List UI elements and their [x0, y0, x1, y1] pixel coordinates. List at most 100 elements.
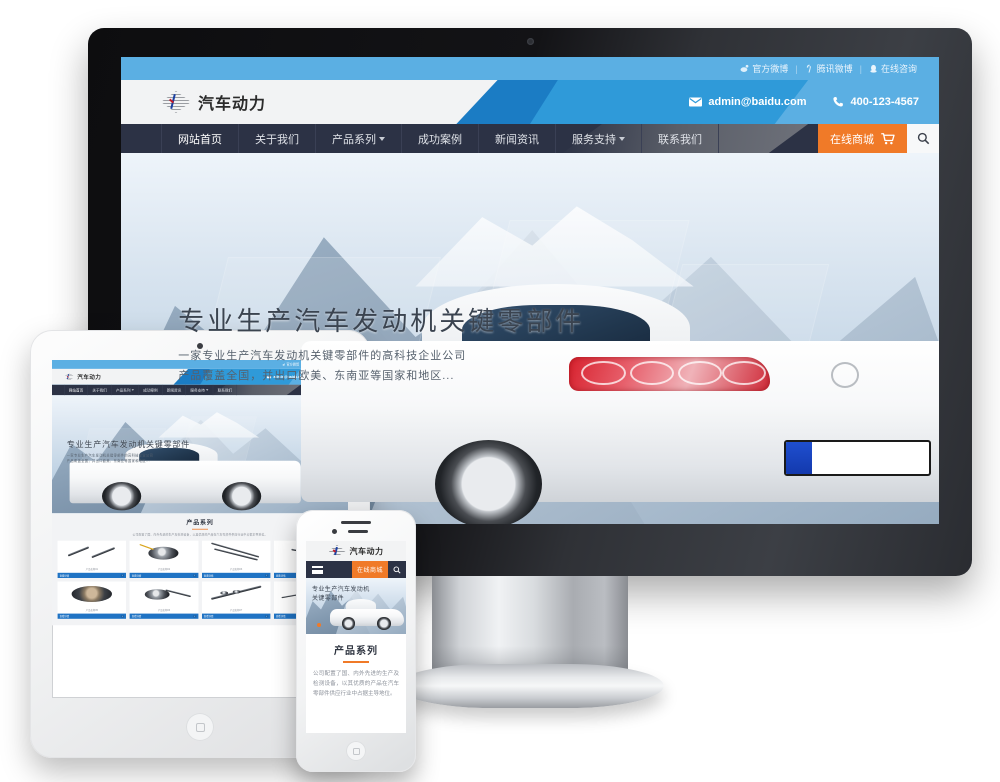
- topbar-label: 官方微博: [752, 64, 789, 74]
- nav-item-cases[interactable]: 成功案例: [139, 384, 163, 396]
- phone-text: 400-123-4567: [850, 96, 919, 108]
- product-detail-button[interactable]: 查看详情 ›: [129, 572, 199, 578]
- injector-part-icon: [208, 585, 264, 602]
- product-card[interactable]: 产品名称06 查看详情 ›: [129, 581, 199, 619]
- tablet-home-button[interactable]: [186, 713, 214, 741]
- topbar-separator: |: [859, 63, 862, 74]
- chevron-right-icon: ›: [120, 574, 125, 577]
- nav-item-about[interactable]: 关于我们: [239, 124, 316, 153]
- hamburger-menu-icon[interactable]: [306, 561, 328, 578]
- navbar-actions: 在线商城: [818, 124, 939, 153]
- product-detail-button[interactable]: 查看详情 ›: [57, 572, 127, 578]
- phone-sensor: [348, 530, 368, 533]
- product-name: 产品名称02: [157, 568, 171, 571]
- nav-item-cases[interactable]: 成功案例: [402, 124, 479, 153]
- product-card[interactable]: 产品名称07 查看详情 ›: [201, 581, 271, 619]
- chevron-right-icon: ›: [193, 574, 197, 577]
- product-name: 产品名称07: [229, 609, 243, 612]
- hero-subline-2: 产品覆盖全国，并出口欧美、东南亚等国家和地区...: [178, 369, 455, 382]
- product-card[interactable]: 产品名称05 查看详情 ›: [57, 581, 127, 619]
- weibo-icon: [740, 64, 749, 72]
- nav-item-contact[interactable]: 联系我们: [213, 384, 237, 396]
- phone-home-button[interactable]: [346, 741, 366, 761]
- product-detail-button[interactable]: 查看详情 ›: [201, 572, 271, 578]
- car-wheel: [435, 440, 543, 524]
- clockspring-part-icon: [136, 543, 192, 562]
- nav-label: 关于我们: [255, 133, 299, 146]
- search-icon: [393, 566, 401, 574]
- nav-item-home[interactable]: 网站首页: [161, 124, 239, 153]
- chevron-down-icon: [379, 136, 385, 141]
- nav-item-products[interactable]: 产品系列: [112, 384, 139, 396]
- desktop-header: 汽车动力 admin@baidu.com 400-123-4567: [121, 80, 939, 124]
- nav-item-support[interactable]: 服务支持: [186, 384, 214, 396]
- nav-label: 联系我们: [217, 388, 233, 393]
- search-icon: [917, 132, 929, 145]
- shop-label: 在线商城: [356, 568, 383, 574]
- hero-carousel-dot[interactable]: [317, 623, 321, 627]
- detail-label: 查看详情: [131, 615, 142, 618]
- products-title-rule: [343, 661, 369, 663]
- chevron-down-icon: [619, 136, 625, 141]
- nav-label: 服务支持: [572, 133, 616, 146]
- nav-item-contact[interactable]: 联系我们: [642, 124, 719, 153]
- chevron-right-icon: ›: [265, 615, 269, 618]
- topbar-label: 在线咨询: [880, 64, 917, 74]
- topbar-link-weibo[interactable]: 官方微博: [740, 62, 788, 75]
- nav-label: 联系我们: [658, 133, 702, 146]
- site-logo[interactable]: 汽车动力: [161, 90, 266, 114]
- product-card[interactable]: 产品名称01 查看详情 ›: [57, 540, 127, 578]
- topbar-link-online-chat[interactable]: 在线咨询: [869, 62, 917, 75]
- smartphone-device: 汽车动力 在线商城 专业生产汽车发动机 关键零部件 产品系列 公司配置了国、内外…: [296, 510, 416, 772]
- product-card[interactable]: 产品名称02 查看详情 ›: [129, 540, 199, 578]
- product-card[interactable]: 产品名称03 查看详情 ›: [201, 540, 271, 578]
- phone-icon: [833, 96, 844, 107]
- hero-text-block: 专业生产汽车发动机关键零部件 一家专业生产汽车发动机关键零部件的高科技企业公司 …: [67, 438, 190, 464]
- nav-item-products[interactable]: 产品系列: [316, 124, 402, 153]
- hero-headline: 专业生产汽车发动机关键零部件: [66, 440, 190, 449]
- detail-label: 查看详情: [59, 615, 70, 618]
- product-name: 产品名称06: [157, 609, 171, 612]
- detail-label: 查看详情: [275, 574, 286, 578]
- chevron-right-icon: ›: [265, 574, 269, 577]
- phone-website: 汽车动力 在线商城 专业生产汽车发动机 关键零部件 产品系列 公司配置了国、内外…: [306, 541, 406, 733]
- online-shop-button[interactable]: 在线商城: [351, 561, 388, 578]
- navbar-items: 网站首页 关于我们 产品系列 成功案例 新闻资讯 服务支持 联系我们: [161, 124, 719, 153]
- nav-item-home[interactable]: 网站首页: [64, 384, 89, 396]
- nav-label: 产品系列: [332, 133, 376, 146]
- search-button[interactable]: [388, 561, 406, 578]
- nav-item-news[interactable]: 新闻资讯: [479, 124, 556, 153]
- navbar-items: 网站首页 关于我们 产品系列 成功案例 新闻资讯 服务支持 联系我们: [64, 384, 237, 396]
- car-wheel: [341, 617, 356, 630]
- diamond-check-logo-icon: [161, 91, 191, 113]
- shop-label: 在线商城: [830, 133, 874, 146]
- responsive-showcase-scene: 官方微博 | 腾讯微博 | 在线咨询 汽车动力 admin@baidu.com …: [0, 0, 1000, 782]
- topbar-label: 腾讯微博: [816, 64, 853, 74]
- nav-item-support[interactable]: 服务支持: [556, 124, 642, 153]
- nav-item-about[interactable]: 关于我们: [88, 384, 112, 396]
- product-detail-button[interactable]: 查看详情 ›: [57, 613, 127, 619]
- nav-label: 网站首页: [68, 388, 84, 393]
- product-name: 产品名称01: [85, 568, 98, 571]
- header-phone[interactable]: 400-123-4567: [832, 96, 919, 108]
- nav-item-news[interactable]: 新闻资讯: [162, 384, 187, 396]
- product-detail-button[interactable]: 查看详情 ›: [129, 613, 199, 619]
- search-button[interactable]: [907, 124, 939, 153]
- monitor-stand-base: [396, 664, 664, 708]
- chevron-right-icon: ›: [193, 615, 197, 618]
- topbar-link-tencent-weibo[interactable]: 腾讯微博: [805, 62, 853, 75]
- nav-label: 成功案例: [418, 133, 462, 146]
- header-email[interactable]: admin@baidu.com: [689, 96, 806, 108]
- product-image: [201, 540, 271, 566]
- chevron-down-icon: [206, 389, 209, 391]
- site-logo[interactable]: 汽车动力: [64, 373, 101, 381]
- envelope-icon: [689, 97, 703, 107]
- nav-label: 新闻资讯: [495, 133, 539, 146]
- diamond-check-logo-icon: [64, 373, 75, 381]
- detail-label: 查看详情: [275, 615, 286, 618]
- products-title-rule: [192, 528, 208, 530]
- online-shop-button[interactable]: 在线商城: [818, 124, 907, 153]
- detail-label: 查看详情: [203, 615, 214, 618]
- products-body-text: 公司配置了国、内外先进的生产及检测设备，以其优质的产品在汽车零部件供应行业中占据…: [313, 670, 399, 697]
- product-detail-button[interactable]: 查看详情 ›: [201, 613, 271, 619]
